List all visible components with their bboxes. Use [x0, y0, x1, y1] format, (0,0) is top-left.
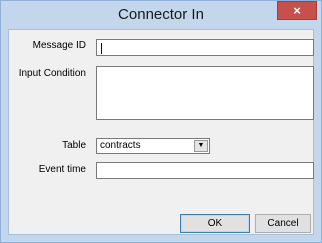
table-label: Table: [62, 140, 86, 151]
ok-button[interactable]: OK: [180, 214, 250, 233]
text-caret: [101, 43, 102, 54]
message-id-label: Message ID: [32, 40, 86, 51]
chevron-down-icon[interactable]: ▼: [194, 140, 208, 152]
title-bar[interactable]: Connector In ×: [1, 1, 321, 29]
event-time-field[interactable]: [96, 162, 314, 179]
input-condition-field[interactable]: [96, 66, 314, 120]
connector-in-dialog: Connector In × Message ID Input Conditio…: [0, 0, 322, 243]
table-select[interactable]: contracts ▼: [96, 138, 210, 154]
message-id-field[interactable]: [96, 39, 314, 56]
table-selected-value: contracts: [100, 140, 141, 151]
dialog-body: Message ID Input Condition Table contrac…: [8, 29, 314, 235]
close-button[interactable]: ×: [277, 1, 317, 20]
event-time-label: Event time: [38, 164, 86, 175]
window-title: Connector In: [118, 6, 204, 23]
cancel-button[interactable]: Cancel: [255, 214, 311, 233]
input-condition-label: Input Condition: [18, 68, 86, 79]
close-icon: ×: [293, 3, 301, 18]
